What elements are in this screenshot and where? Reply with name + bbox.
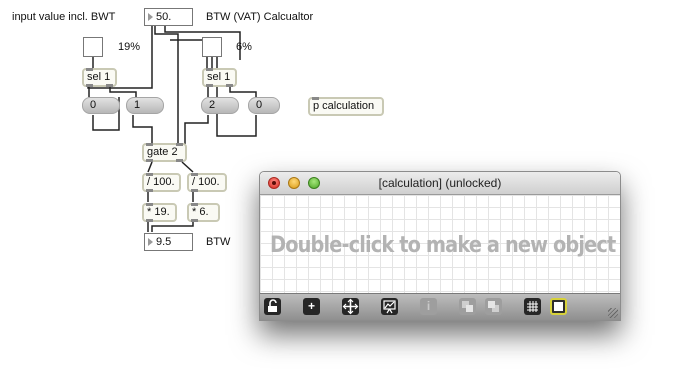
p-calculation-text: p calculation — [313, 100, 375, 112]
inlet — [191, 203, 198, 206]
patcher-toolbar: + i — [260, 293, 620, 320]
grid-icon[interactable] — [524, 298, 541, 315]
multiply-object-left[interactable]: * 19. — [142, 203, 177, 222]
layer-front-icon[interactable] — [459, 298, 476, 315]
message-0-right[interactable]: 0 — [248, 97, 280, 114]
output-number-box[interactable]: 9.5 — [144, 233, 193, 251]
outlet — [146, 159, 153, 162]
window-title: [calculation] (unlocked) — [378, 176, 502, 190]
multiply-right-text: * 6. — [192, 206, 209, 218]
resize-grip-icon[interactable] — [608, 308, 618, 318]
number-triangle-icon — [148, 13, 153, 21]
sel-right-text: sel 1 — [207, 71, 231, 83]
gate-object[interactable]: gate 2 — [142, 143, 187, 162]
btw-label: BTW — [206, 236, 231, 248]
input-label: input value incl. BWT — [12, 11, 116, 23]
inlet — [206, 68, 213, 71]
number-triangle-icon — [148, 238, 153, 246]
info-icon[interactable]: i — [420, 298, 437, 315]
input-number-value: 50. — [156, 11, 172, 23]
calculation-window[interactable]: [calculation] (unlocked) Double-click to… — [259, 171, 621, 321]
message-1[interactable]: 1 — [126, 97, 164, 114]
inlet — [86, 68, 93, 71]
message-2[interactable]: 2 — [201, 97, 239, 114]
toggle-19[interactable] — [83, 37, 103, 57]
inlet — [176, 143, 183, 146]
window-titlebar[interactable]: [calculation] (unlocked) — [260, 172, 620, 195]
outlet — [86, 84, 93, 87]
layer-back-icon[interactable] — [485, 298, 502, 315]
snap-icon[interactable] — [550, 298, 567, 315]
inlet — [146, 203, 153, 206]
sel-object-right[interactable]: sel 1 — [202, 68, 237, 87]
patcher-canvas[interactable]: Double-click to make a new object — [260, 195, 620, 293]
output-number-value: 9.5 — [156, 236, 172, 248]
outlet — [146, 189, 153, 192]
p-calculation-object[interactable]: p calculation — [308, 97, 384, 116]
lock-icon[interactable] — [264, 298, 281, 315]
percent-19-label: 19% — [118, 41, 141, 53]
outlet — [191, 189, 198, 192]
inlet — [312, 97, 319, 100]
percent-6-label: 6% — [236, 41, 252, 53]
gate-text: gate 2 — [147, 146, 178, 158]
divide-object-right[interactable]: / 100. — [187, 173, 227, 192]
toggle-6[interactable] — [202, 37, 222, 57]
inlet — [146, 143, 153, 146]
outlet — [146, 219, 153, 222]
add-object-icon[interactable]: + — [303, 298, 320, 315]
divide-right-text: / 100. — [192, 176, 220, 188]
multiply-left-text: * 19. — [147, 206, 170, 218]
outlet — [191, 219, 198, 222]
outlet — [106, 84, 113, 87]
inlet — [191, 173, 198, 176]
outlet — [226, 84, 233, 87]
message-0-left[interactable]: 0 — [82, 97, 120, 114]
presentation-icon[interactable] — [381, 298, 398, 315]
move-icon[interactable] — [342, 298, 359, 315]
input-number-box[interactable]: 50. — [144, 8, 193, 26]
multiply-object-right[interactable]: * 6. — [187, 203, 220, 222]
sel-left-text: sel 1 — [87, 71, 111, 83]
divide-object-left[interactable]: / 100. — [142, 173, 181, 192]
outlet — [176, 159, 183, 162]
title-label: BTW (VAT) Calcualtor — [206, 11, 314, 23]
empty-canvas-hint: Double-click to make a new object — [270, 233, 616, 258]
outlet — [206, 84, 213, 87]
inlet — [146, 173, 153, 176]
sel-object-left[interactable]: sel 1 — [82, 68, 117, 87]
divide-left-text: / 100. — [147, 176, 175, 188]
